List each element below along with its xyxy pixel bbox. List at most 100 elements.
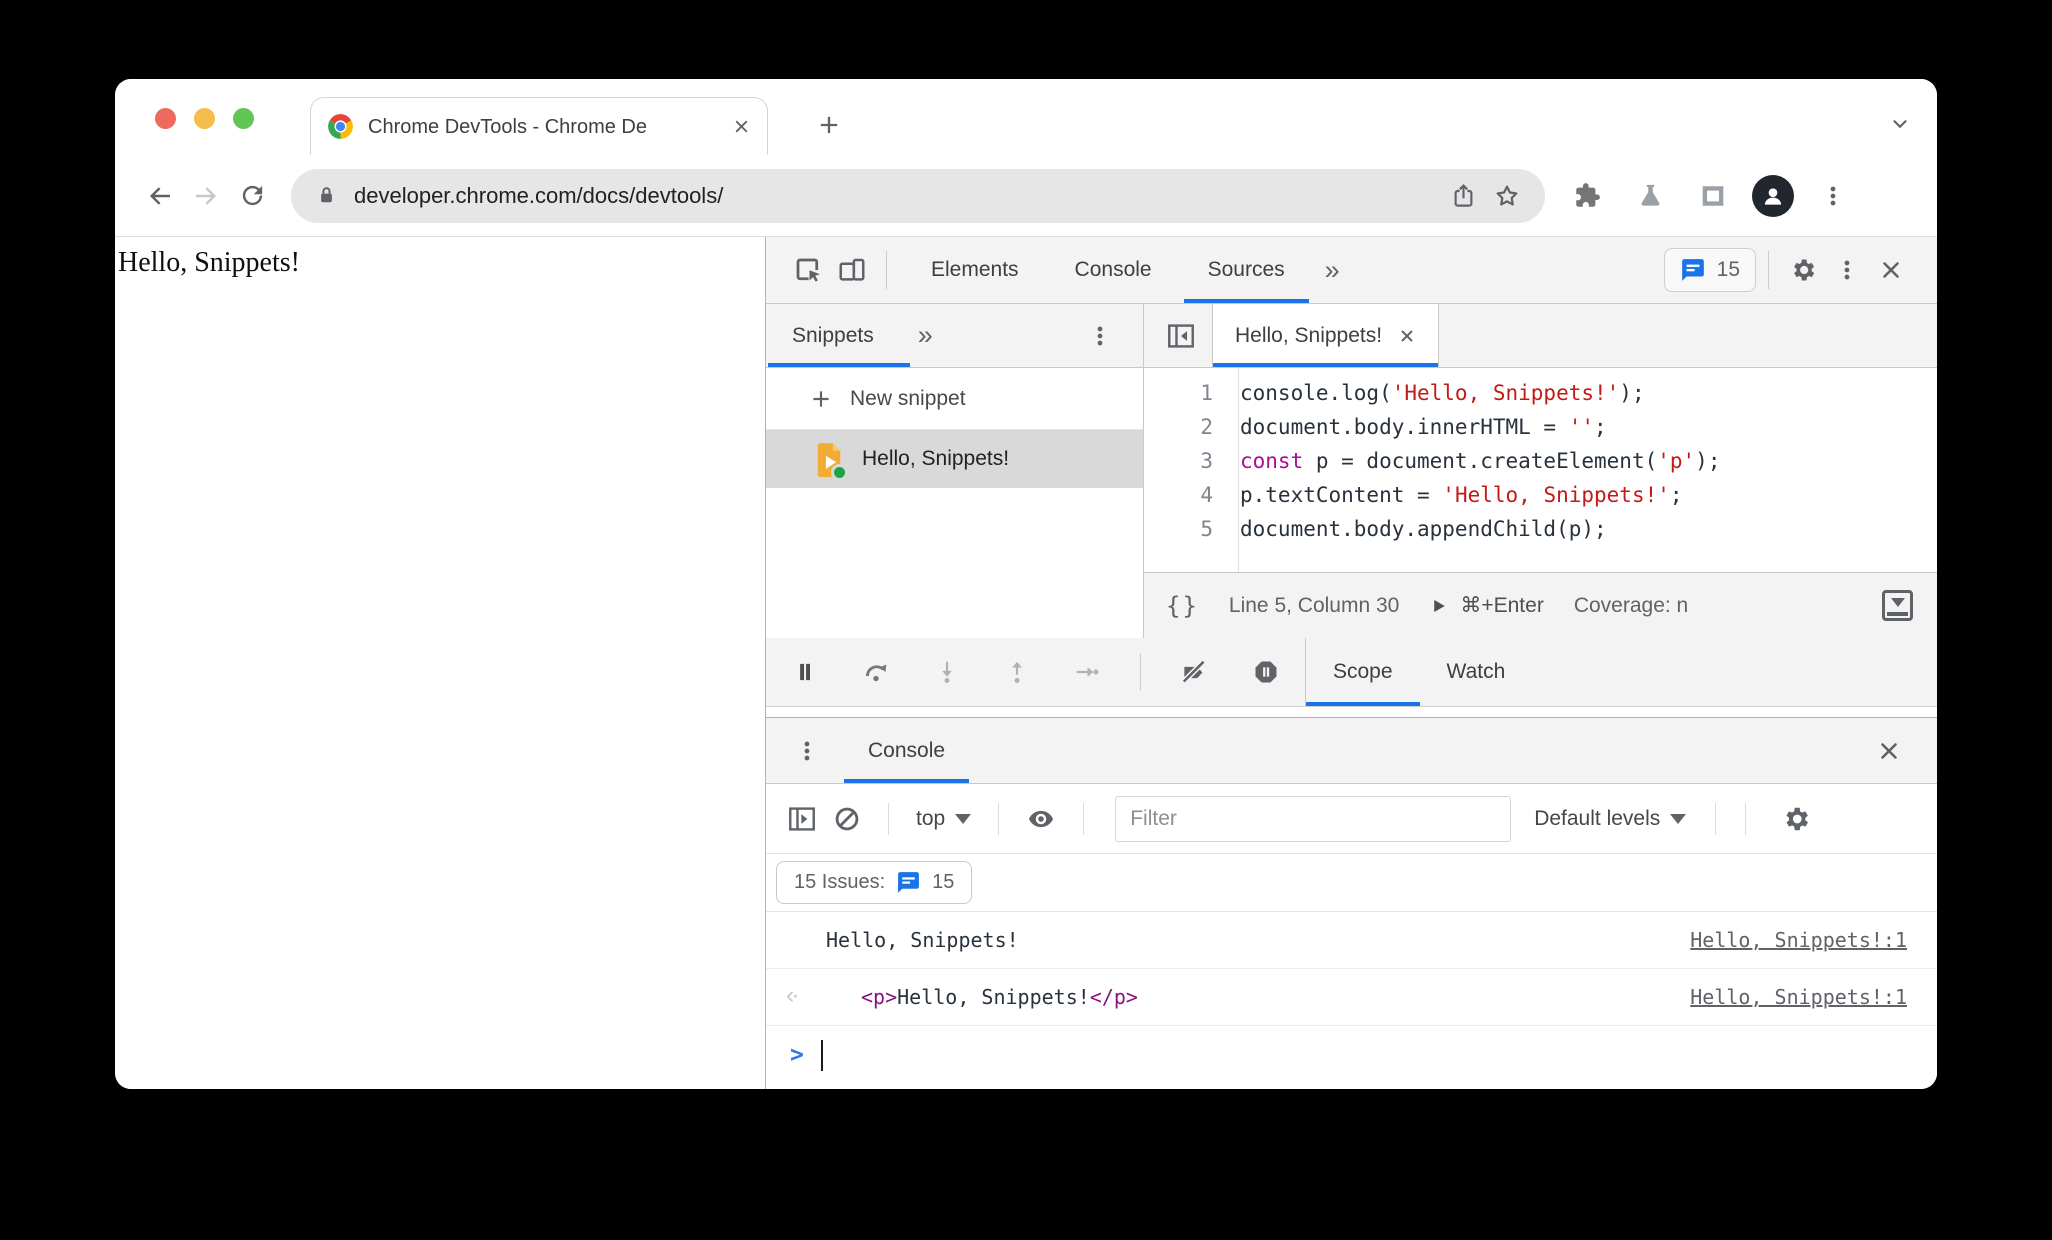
pause-on-exceptions-icon[interactable] xyxy=(1252,658,1280,686)
extensions-puzzle-icon[interactable] xyxy=(1563,172,1611,220)
step-over-icon[interactable] xyxy=(862,658,890,686)
snippet-list-item[interactable]: Hello, Snippets! xyxy=(766,430,1143,488)
code-editor[interactable]: 1 console.log('Hello, Snippets!'); 2 docume… xyxy=(1144,368,1937,572)
sources-main: New snippet Hello, Snippets! 1 console.lo… xyxy=(766,368,1937,638)
editor-tab-label: Hello, Snippets! xyxy=(1235,323,1383,347)
divider xyxy=(998,802,1000,835)
tab-title: Chrome DevTools - Chrome De xyxy=(368,115,647,138)
divider xyxy=(886,251,887,289)
new-tab-button[interactable] xyxy=(815,111,843,139)
tab-search-chevron-icon[interactable] xyxy=(1889,113,1911,135)
tab-watch[interactable]: Watch xyxy=(1420,638,1533,706)
code-line[interactable]: 5 document.body.appendChild(p); xyxy=(1144,512,1937,546)
code-line[interactable]: 1 console.log('Hello, Snippets!'); xyxy=(1144,376,1937,410)
content-area: Hello, Snippets! Elements Console Sources … xyxy=(115,237,1937,1089)
clear-console-icon[interactable] xyxy=(833,805,861,833)
issues-counter-button[interactable]: 15 xyxy=(1663,248,1756,292)
snippets-pane-header: Snippets » xyxy=(766,304,1144,367)
tab-snippets[interactable]: Snippets xyxy=(766,304,912,367)
console-settings-gear-icon[interactable] xyxy=(1781,804,1811,834)
divider xyxy=(1768,251,1769,289)
zoom-window-button[interactable] xyxy=(233,108,254,129)
collapse-sidebar-icon[interactable] xyxy=(1160,315,1202,357)
issues-message-icon xyxy=(896,870,921,895)
tab-sources[interactable]: Sources xyxy=(1180,237,1313,303)
step-into-icon[interactable] xyxy=(934,659,960,685)
step-out-icon[interactable] xyxy=(1004,659,1030,685)
share-icon[interactable] xyxy=(1450,182,1477,209)
text-cursor xyxy=(820,1039,823,1071)
debugger-bar: Scope Watch xyxy=(766,638,1937,707)
tab-close-icon[interactable] xyxy=(732,117,751,136)
code-line[interactable]: 3 const p = document.createElement('p'); xyxy=(1144,444,1937,478)
tab-console[interactable]: Console xyxy=(1047,237,1180,303)
editor-tab[interactable]: Hello, Snippets! xyxy=(1212,304,1440,367)
browser-tab[interactable]: Chrome DevTools - Chrome De xyxy=(310,97,768,155)
line-number: 1 xyxy=(1200,381,1213,405)
minimize-window-button[interactable] xyxy=(194,108,215,129)
url-bar[interactable]: developer.chrome.com/docs/devtools/ xyxy=(291,168,1545,223)
dropdown-arrow-icon xyxy=(955,813,972,824)
more-panels-chevron[interactable]: » xyxy=(1313,255,1352,286)
experiments-flask-icon[interactable] xyxy=(1626,172,1674,220)
console-sidebar-icon[interactable] xyxy=(786,803,818,835)
browser-menu-kebab-icon[interactable] xyxy=(1809,172,1857,220)
code-line[interactable]: 4 p.textContent = 'Hello, Snippets!'; xyxy=(1144,478,1937,512)
new-snippet-button[interactable]: New snippet xyxy=(766,368,1143,430)
console-prompt[interactable]: > xyxy=(766,1026,1937,1084)
settings-gear-icon[interactable] xyxy=(1781,248,1825,292)
context-selector[interactable]: top xyxy=(916,807,972,831)
navbar: developer.chrome.com/docs/devtools/ xyxy=(115,155,1937,237)
quick-source-drawer-icon[interactable] xyxy=(1882,590,1913,621)
device-toolbar-icon[interactable] xyxy=(830,248,874,292)
divider xyxy=(1715,802,1717,835)
pause-script-icon[interactable] xyxy=(792,659,818,685)
line-number: 4 xyxy=(1200,483,1213,507)
reload-button[interactable] xyxy=(229,173,275,219)
log-levels-selector[interactable]: Default levels xyxy=(1534,806,1687,831)
forward-button[interactable] xyxy=(183,173,229,219)
inspect-element-icon[interactable] xyxy=(786,248,830,292)
tab-title-wrap: Chrome DevTools - Chrome De xyxy=(368,112,726,141)
editor-tab-close-icon[interactable] xyxy=(1398,327,1416,345)
issues-count: 15 xyxy=(1716,258,1740,281)
tab-console-drawer[interactable]: Console xyxy=(844,718,970,783)
code-line[interactable]: 2 document.body.innerHTML = ''; xyxy=(1144,410,1937,444)
side-panel-icon[interactable] xyxy=(1689,172,1737,220)
prompt-chevron-icon: > xyxy=(790,1042,804,1068)
line-number: 5 xyxy=(1200,517,1213,541)
page-text: Hello, Snippets! xyxy=(118,247,300,278)
console-filter-input[interactable] xyxy=(1115,795,1512,842)
tab-elements[interactable]: Elements xyxy=(903,237,1047,303)
drawer-close-icon[interactable] xyxy=(1867,729,1911,773)
browser-window: Chrome DevTools - Chrome De developer.ch… xyxy=(115,79,1937,1089)
profile-avatar[interactable] xyxy=(1752,174,1794,217)
plus-icon xyxy=(808,386,834,412)
snippets-menu-kebab-icon[interactable] xyxy=(1087,323,1113,349)
live-expression-eye-icon[interactable] xyxy=(1026,804,1056,834)
devtools-menu-kebab-icon[interactable] xyxy=(1825,248,1869,292)
back-button[interactable] xyxy=(137,173,183,219)
close-window-button[interactable] xyxy=(155,108,176,129)
drawer-menu-kebab-icon[interactable] xyxy=(794,738,820,764)
deactivate-breakpoints-icon[interactable] xyxy=(1181,659,1208,686)
log-levels-label: Default levels xyxy=(1534,806,1661,830)
pretty-print-icon[interactable]: {} xyxy=(1166,592,1199,620)
divider xyxy=(1745,802,1747,835)
bookmark-star-icon[interactable] xyxy=(1493,182,1521,210)
chrome-logo-icon xyxy=(327,113,354,140)
navbar-right xyxy=(1563,172,1857,220)
step-icon[interactable] xyxy=(1074,659,1100,685)
more-sidebar-tabs-chevron[interactable]: » xyxy=(912,320,939,351)
run-shortcut: ⌘+Enter xyxy=(1460,594,1544,617)
console-messages: Hello, Snippets! Hello, Snippets!:1 ‹· <p>H… xyxy=(766,912,1937,1026)
devtools-close-icon[interactable] xyxy=(1869,248,1913,292)
devtools-panel: Elements Console Sources » 15 Snippets »… xyxy=(765,237,1937,1089)
debugger-controls xyxy=(766,638,1306,706)
tab-scope[interactable]: Scope xyxy=(1306,638,1420,706)
source-location-link[interactable]: Hello, Snippets!:1 xyxy=(1690,928,1907,952)
issues-bar-button[interactable]: 15 Issues: 15 xyxy=(776,861,973,904)
editor-tabbar: Hello, Snippets! xyxy=(1144,304,1937,367)
returned-value-icon: ‹· xyxy=(786,980,800,1009)
source-location-link[interactable]: Hello, Snippets!:1 xyxy=(1690,985,1907,1009)
